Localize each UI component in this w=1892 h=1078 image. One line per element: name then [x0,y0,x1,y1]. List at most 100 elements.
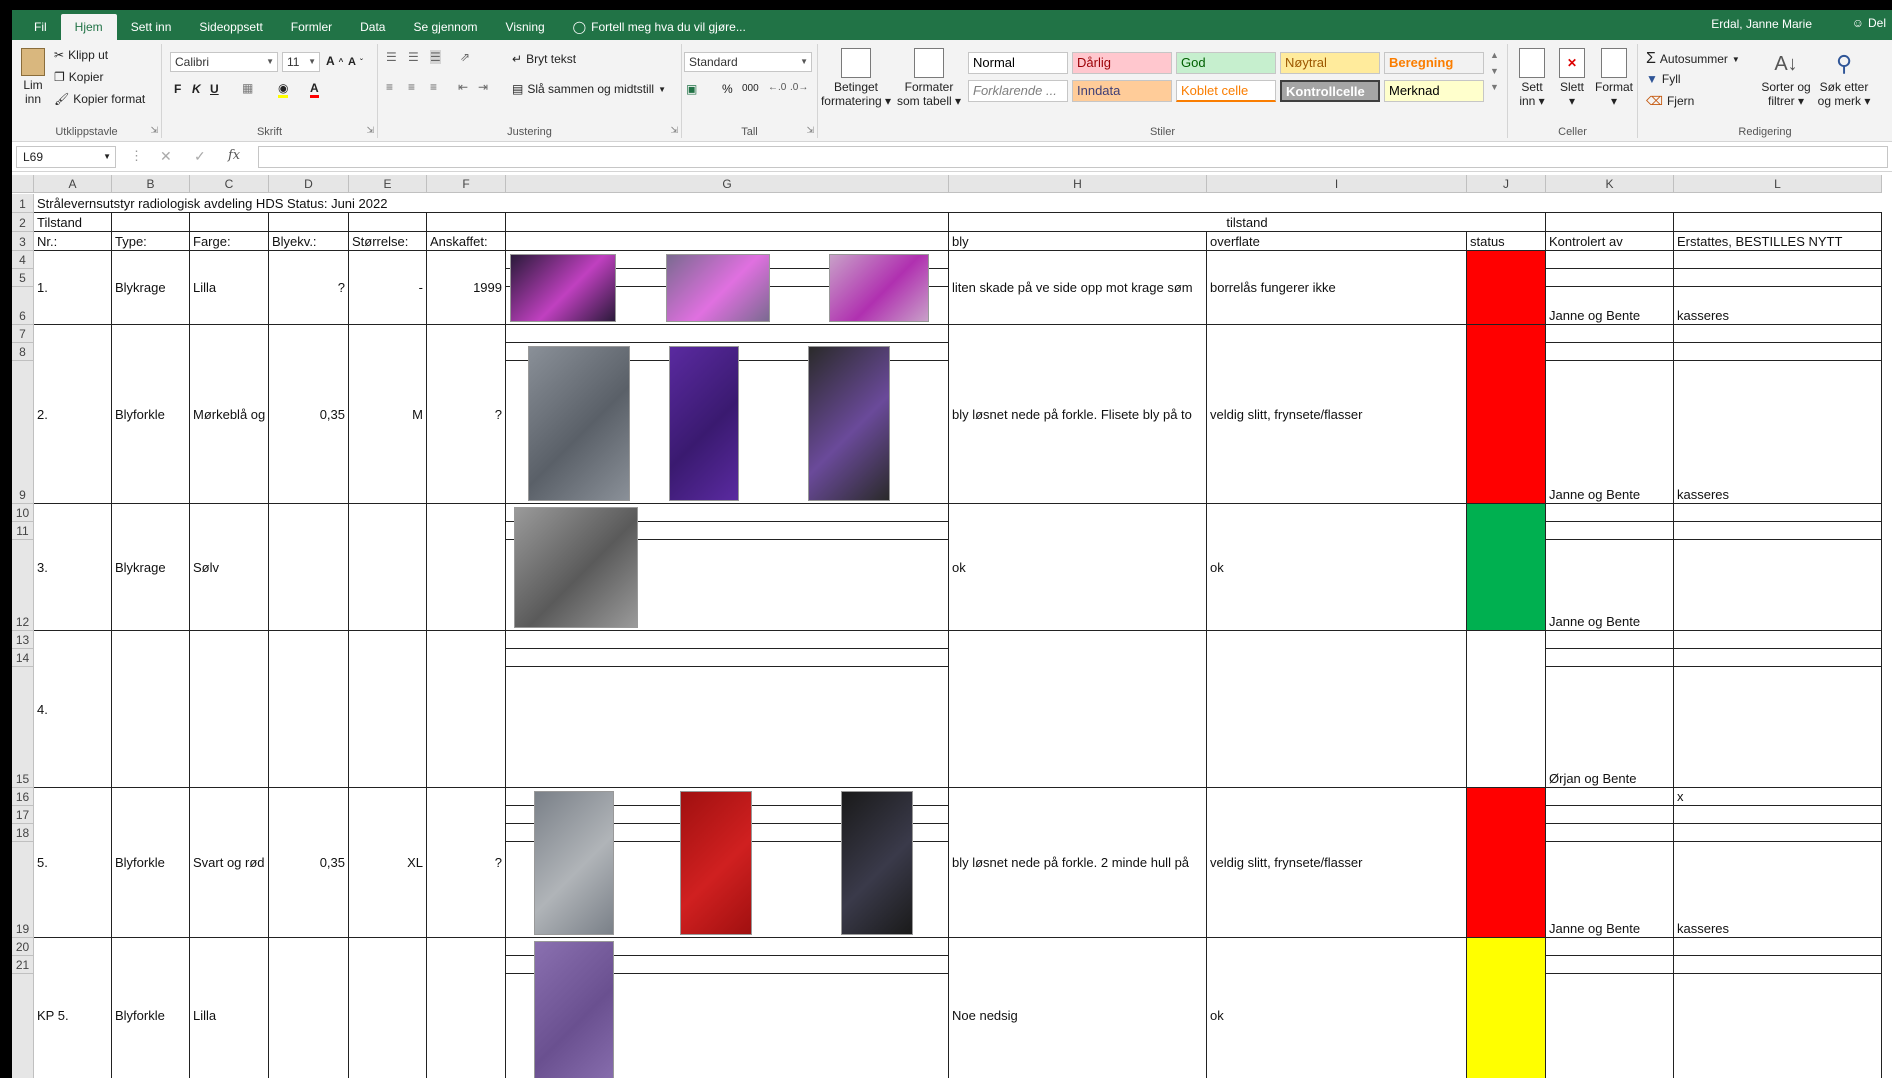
row-header-3[interactable]: 3 [12,232,34,251]
item-blyekv-cell[interactable]: ? [269,251,349,325]
column-header-a[interactable]: A [34,175,112,193]
row-header-12[interactable]: 12 [12,540,34,631]
row-header-21[interactable]: 21 [12,956,34,974]
tab-view[interactable]: Visning [492,14,559,40]
formula-input[interactable] [258,146,1888,168]
tab-formulas[interactable]: Formler [277,14,346,40]
header-cell-j[interactable]: status [1467,232,1546,251]
underline-button[interactable]: U [210,82,219,96]
find-select-button[interactable]: ⚲ Søk etter og merk ▾ [1816,48,1872,108]
empty-cell[interactable] [112,213,190,232]
empty-cell[interactable] [1674,974,1882,1078]
cell-style-3[interactable]: Nøytral [1280,52,1380,74]
shrink-font-button[interactable]: Aˇ [348,56,363,68]
item-farge-cell[interactable]: Lilla [190,938,269,1078]
photo-cell[interactable] [506,631,949,788]
clear-button[interactable]: ⌫ Fjern [1646,94,1694,108]
item-nr-cell[interactable]: 2. [34,325,112,504]
font-color-button[interactable]: A [310,81,319,98]
item-anskaffet-cell[interactable]: ? [427,788,506,938]
item-overflate-cell[interactable] [1207,631,1467,788]
percent-button[interactable]: % [722,82,733,96]
item-erstattes-cell[interactable]: kasseres [1674,361,1882,504]
header-cell-k[interactable]: Kontrolert av [1546,232,1674,251]
item-bly-cell[interactable]: Noe nedsig [949,938,1207,1078]
column-header-e[interactable]: E [349,175,427,193]
tell-me-box[interactable]: ◯ Fortell meg hva du vil gjøre... [559,14,760,40]
fill-color-button[interactable]: ◉ [278,81,289,98]
column-header-h[interactable]: H [949,175,1207,193]
empty-cell[interactable] [1674,325,1882,343]
conditional-formatting-button[interactable]: Betinget formatering ▾ [820,48,892,108]
item-overflate-cell[interactable]: borrelås fungerer ikke [1207,251,1467,325]
item-overflate-cell[interactable]: veldig slitt, frynsete/flasser [1207,325,1467,504]
empty-cell[interactable] [1674,251,1882,269]
item-bly-cell[interactable] [949,631,1207,788]
item-storrelse-cell[interactable]: - [349,251,427,325]
empty-cell[interactable] [349,213,427,232]
row-header-16[interactable]: 16 [12,788,34,806]
header-cell-l[interactable]: Erstattes, BESTILLES NYTT [1674,232,1882,251]
grow-font-button[interactable]: A ^ [326,54,343,68]
empty-cell[interactable] [1674,649,1882,667]
empty-cell[interactable] [1546,251,1674,269]
autosum-button[interactable]: Σ Autosummer ▼ [1646,50,1740,68]
cell-style-2[interactable]: God [1176,52,1276,74]
tab-insert[interactable]: Sett inn [117,14,186,40]
column-header-c[interactable]: C [190,175,269,193]
number-format-combo[interactable]: Standard ▼ [684,52,812,72]
row-header-9[interactable]: 9 [12,361,34,504]
empty-cell[interactable] [1674,956,1882,974]
status-cell[interactable] [1467,504,1546,631]
empty-cell[interactable] [1546,631,1674,649]
item-blyekv-cell[interactable] [269,631,349,788]
increase-decimal-icon[interactable]: ←.0 [768,82,786,93]
row-header-19[interactable]: 19 [12,842,34,938]
item-anskaffet-cell[interactable] [427,631,506,788]
copy-button[interactable]: ❐ Kopier [54,70,103,84]
tilstand-cell[interactable]: Tilstand [34,213,112,232]
cell-style-6[interactable]: Inndata [1072,80,1172,102]
empty-cell[interactable] [1674,522,1882,540]
font-name-combo[interactable]: Calibri ▼ [170,52,278,72]
dialog-launcher-icon[interactable]: ⇲ [150,125,158,136]
row-header-8[interactable]: 8 [12,343,34,361]
empty-cell[interactable] [269,213,349,232]
select-all-corner[interactable] [12,175,34,193]
gallery-scroll[interactable]: ▲ ▼ ▼ [1490,50,1499,92]
thousands-button[interactable]: 000 [742,83,759,94]
column-header-i[interactable]: I [1207,175,1467,193]
empty-cell[interactable] [1546,956,1674,974]
empty-cell[interactable] [1674,540,1882,631]
align-top-icon[interactable]: ☰ [386,50,397,64]
cancel-icon[interactable]: ✕ [160,148,172,165]
empty-cell[interactable] [1546,269,1674,287]
name-box[interactable]: L69 ▼ [16,146,116,168]
header-cell-h[interactable]: bly [949,232,1207,251]
row-header-1[interactable]: 1 [12,194,34,213]
row-header-14[interactable]: 14 [12,649,34,667]
item-erstattes-cell[interactable]: kasseres [1674,287,1882,325]
item-type-cell[interactable]: Blyforkle [112,325,190,504]
item-farge-cell[interactable]: Lilla [190,251,269,325]
empty-cell[interactable] [1546,325,1674,343]
align-left-icon[interactable]: ≡ [386,80,393,94]
item-storrelse-cell[interactable]: XL [349,788,427,938]
item-farge-cell[interactable]: Svart og rød [190,788,269,938]
empty-cell[interactable] [1546,213,1674,232]
item-kontrollert-cell[interactable]: Ørjan og Bente [1546,667,1674,788]
column-header-b[interactable]: B [112,175,190,193]
item-bly-cell[interactable]: bly løsnet nede på forkle. Flisete bly p… [949,325,1207,504]
tab-review[interactable]: Se gjennom [399,14,491,40]
item-nr-cell[interactable]: KP 5. [34,938,112,1078]
empty-cell[interactable] [506,213,949,232]
column-header-l[interactable]: L [1674,175,1882,193]
insert-function-icon[interactable]: fx [228,148,240,163]
item-type-cell[interactable]: Blyforkle [112,788,190,938]
item-storrelse-cell[interactable] [349,631,427,788]
format-cells-button[interactable]: Format ▾ [1594,48,1634,108]
row-header-22[interactable]: 22 [12,974,34,1078]
tab-data[interactable]: Data [346,14,399,40]
row-header-4[interactable]: 4 [12,251,34,269]
header-cell-e[interactable]: Størrelse: [349,232,427,251]
